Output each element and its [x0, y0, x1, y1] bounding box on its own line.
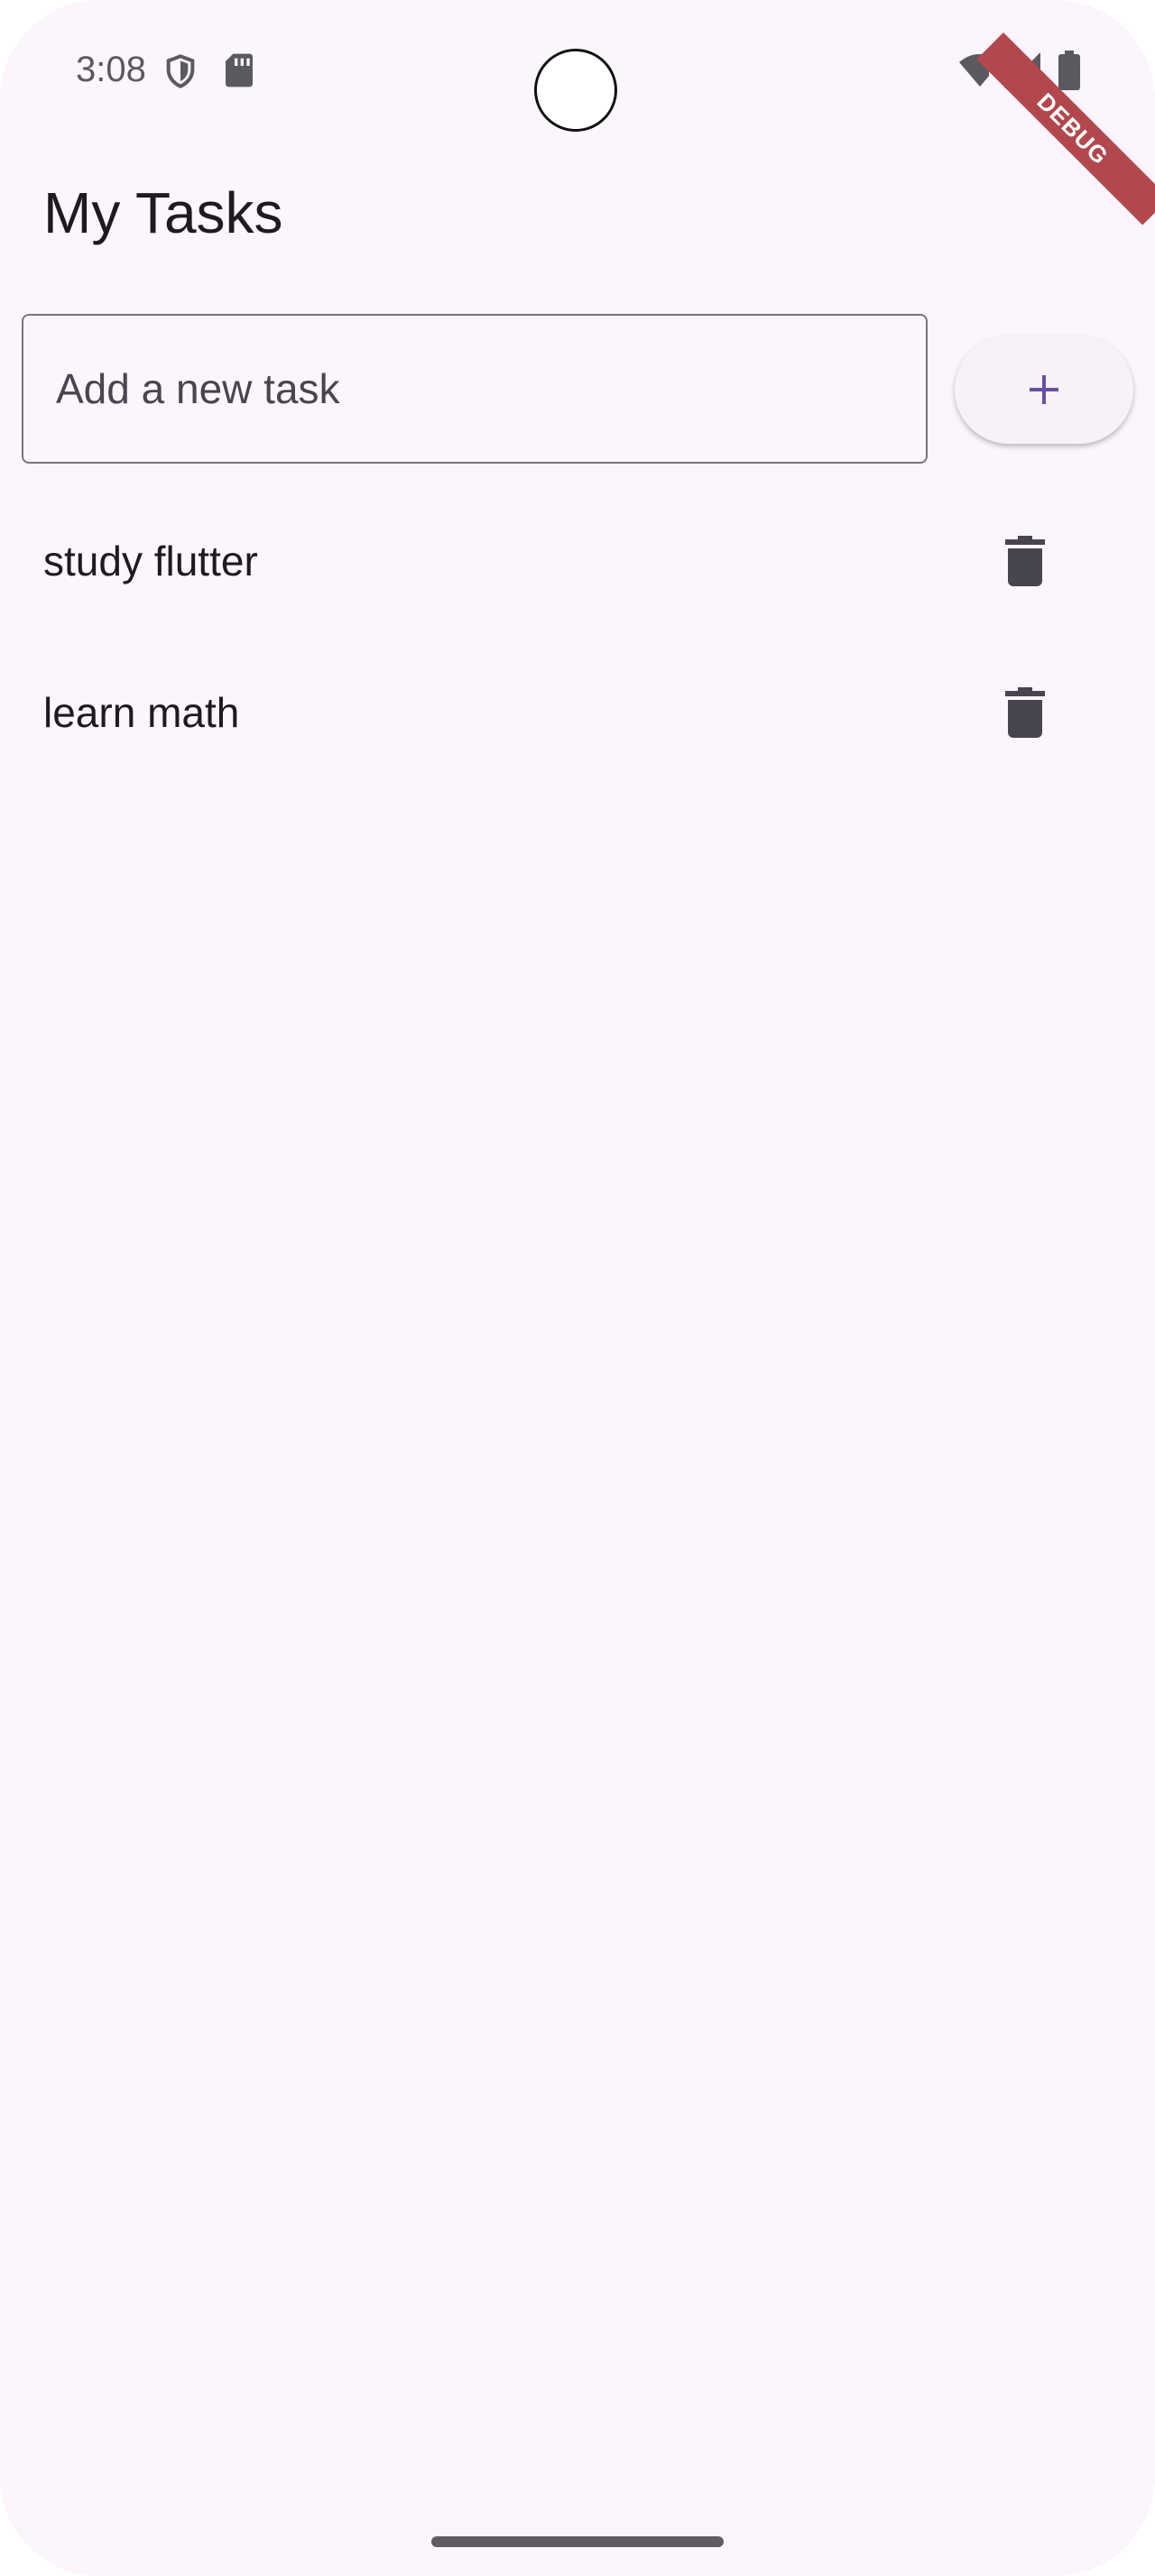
trash-icon: [1005, 536, 1045, 586]
task-list: study flutter learn math: [0, 487, 1155, 790]
battery-icon: [1058, 51, 1080, 90]
sd-card-icon: [226, 53, 253, 87]
delete-task-button[interactable]: [989, 525, 1061, 597]
home-gesture-bar[interactable]: [431, 2536, 724, 2547]
front-camera-cutout: [534, 49, 617, 132]
app-screen: 3:08 DEBUG My Tasks Add a new task study…: [0, 0, 1155, 2576]
task-list-item[interactable]: learn math: [0, 639, 1155, 790]
task-title: learn math: [43, 689, 240, 736]
page-title: My Tasks: [43, 180, 283, 245]
task-title: study flutter: [43, 538, 258, 584]
status-time: 3:08: [76, 50, 146, 89]
add-task-button[interactable]: [955, 336, 1133, 444]
delete-task-button[interactable]: [989, 676, 1061, 749]
status-bar: 3:08: [0, 0, 1155, 135]
task-list-item[interactable]: study flutter: [0, 487, 1155, 639]
new-task-input[interactable]: [22, 314, 928, 464]
trash-icon: [1005, 687, 1045, 738]
shield-icon: [166, 54, 195, 88]
plus-icon: [1026, 372, 1062, 408]
